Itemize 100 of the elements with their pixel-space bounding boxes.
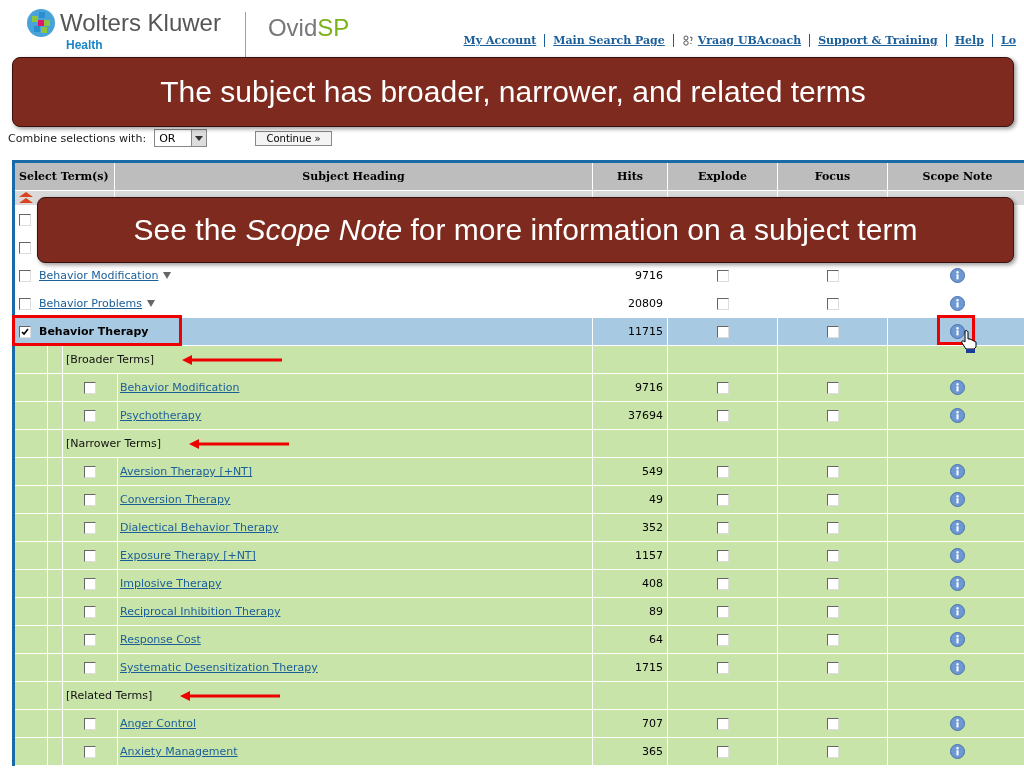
hits-count: 20809 xyxy=(593,290,668,317)
checkbox[interactable] xyxy=(84,465,96,478)
checkbox[interactable] xyxy=(84,633,96,646)
checkbox[interactable] xyxy=(84,745,96,758)
checkbox[interactable] xyxy=(84,549,96,562)
dropdown-arrow-icon[interactable] xyxy=(163,272,172,279)
checkbox[interactable] xyxy=(826,549,839,562)
checkbox[interactable] xyxy=(826,745,839,758)
nav-link[interactable]: Vraag UBAcoach xyxy=(672,34,810,47)
nav-link[interactable]: Lo xyxy=(991,34,1024,47)
checkbox[interactable] xyxy=(84,493,96,506)
checkbox[interactable] xyxy=(826,633,839,646)
checkbox[interactable] xyxy=(716,605,729,618)
coach-icon xyxy=(681,35,694,46)
checkbox[interactable] xyxy=(716,549,729,562)
checkbox[interactable] xyxy=(716,661,729,674)
checkbox[interactable] xyxy=(84,661,96,674)
checkbox[interactable] xyxy=(84,409,96,422)
callout-banner: The subject has broader, narrower, and related terms xyxy=(12,57,1014,127)
checkbox[interactable] xyxy=(826,269,839,282)
info-icon[interactable] xyxy=(950,464,965,479)
checkbox[interactable] xyxy=(716,409,729,422)
hits-count: 1715 xyxy=(593,654,668,681)
checkbox[interactable] xyxy=(84,717,96,730)
column-header: Subject Heading xyxy=(115,163,593,190)
continue-button[interactable]: Continue » xyxy=(255,130,332,146)
checkbox[interactable] xyxy=(826,325,839,338)
checkbox[interactable] xyxy=(716,465,729,478)
checkbox[interactable] xyxy=(826,465,839,478)
info-icon[interactable] xyxy=(950,520,965,535)
checkbox[interactable] xyxy=(716,269,729,282)
checkbox[interactable] xyxy=(84,605,96,618)
subject-term-link[interactable]: Behavior Therapy xyxy=(39,325,149,338)
hits-count: 89 xyxy=(593,598,668,625)
nav-link[interactable]: My Account xyxy=(455,34,545,47)
checkbox[interactable] xyxy=(716,381,729,394)
info-icon[interactable] xyxy=(950,324,965,339)
hits-count: 11715 xyxy=(593,318,668,345)
checkbox[interactable] xyxy=(716,297,729,310)
subject-term-link[interactable]: Behavior Problems xyxy=(39,297,143,310)
checkbox[interactable] xyxy=(826,381,839,394)
subject-term-link[interactable]: Psychotherapy xyxy=(120,409,202,422)
subject-term-link[interactable]: Aversion Therapy [+NT] xyxy=(120,465,253,478)
checkbox[interactable] xyxy=(826,661,839,674)
nav-link[interactable]: Support & Training xyxy=(809,34,946,47)
checkbox[interactable] xyxy=(716,493,729,506)
subject-term-link[interactable]: Systematic Desensitization Therapy xyxy=(120,661,318,674)
checkbox[interactable] xyxy=(716,577,729,590)
info-icon[interactable] xyxy=(950,604,965,619)
checkbox[interactable] xyxy=(716,521,729,534)
checkbox[interactable] xyxy=(19,325,31,338)
checkbox[interactable] xyxy=(84,381,96,394)
hits-count: 64 xyxy=(593,626,668,653)
column-header: Hits xyxy=(593,163,668,190)
subject-term-link[interactable]: Response Cost xyxy=(120,633,201,646)
info-icon[interactable] xyxy=(950,408,965,423)
info-icon[interactable] xyxy=(950,492,965,507)
info-icon[interactable] xyxy=(950,380,965,395)
checkbox[interactable] xyxy=(716,745,729,758)
nav-link[interactable]: Main Search Page xyxy=(544,34,673,47)
checkbox[interactable] xyxy=(19,213,31,226)
checkbox[interactable] xyxy=(19,269,31,282)
brand-subtitle: Health xyxy=(66,38,104,52)
checkbox[interactable] xyxy=(716,633,729,646)
info-icon[interactable] xyxy=(950,632,965,647)
checkbox[interactable] xyxy=(19,241,31,254)
checkbox[interactable] xyxy=(826,297,839,310)
subject-term-link[interactable]: Conversion Therapy xyxy=(120,493,231,506)
subject-term-link[interactable]: Reciprocal Inhibition Therapy xyxy=(120,605,281,618)
info-icon[interactable] xyxy=(950,296,965,311)
info-icon[interactable] xyxy=(950,576,965,591)
checkbox[interactable] xyxy=(84,577,96,590)
combine-select[interactable]: OR xyxy=(154,129,208,147)
nav-link[interactable]: Help xyxy=(945,34,992,47)
info-icon[interactable] xyxy=(950,548,965,563)
checkbox[interactable] xyxy=(19,297,31,310)
info-icon[interactable] xyxy=(950,744,965,759)
subject-term-link[interactable]: Anger Control xyxy=(120,717,197,730)
hits-count: 707 xyxy=(593,710,668,737)
checkbox[interactable] xyxy=(716,325,729,338)
dropdown-arrow-icon[interactable] xyxy=(147,300,156,307)
subject-term-link[interactable]: Anxiety Management xyxy=(120,745,238,758)
checkbox[interactable] xyxy=(826,521,839,534)
info-icon[interactable] xyxy=(950,660,965,675)
checkbox[interactable] xyxy=(826,577,839,590)
subject-term-link[interactable]: Behavior Modification xyxy=(120,381,240,394)
checkbox[interactable] xyxy=(826,605,839,618)
checkbox[interactable] xyxy=(826,493,839,506)
group-label: [Broader Terms] xyxy=(66,353,155,366)
subject-term-link[interactable]: Dialectical Behavior Therapy xyxy=(120,521,279,534)
checkbox[interactable] xyxy=(826,717,839,730)
group-label: [Narrower Terms] xyxy=(66,437,162,450)
checkbox[interactable] xyxy=(84,521,96,534)
info-icon[interactable] xyxy=(950,268,965,283)
subject-term-link[interactable]: Implosive Therapy xyxy=(120,577,222,590)
subject-term-link[interactable]: Exposure Therapy [+NT] xyxy=(120,549,256,562)
checkbox[interactable] xyxy=(716,717,729,730)
subject-term-link[interactable]: Behavior Modification xyxy=(39,269,159,282)
info-icon[interactable] xyxy=(950,716,965,731)
checkbox[interactable] xyxy=(826,409,839,422)
